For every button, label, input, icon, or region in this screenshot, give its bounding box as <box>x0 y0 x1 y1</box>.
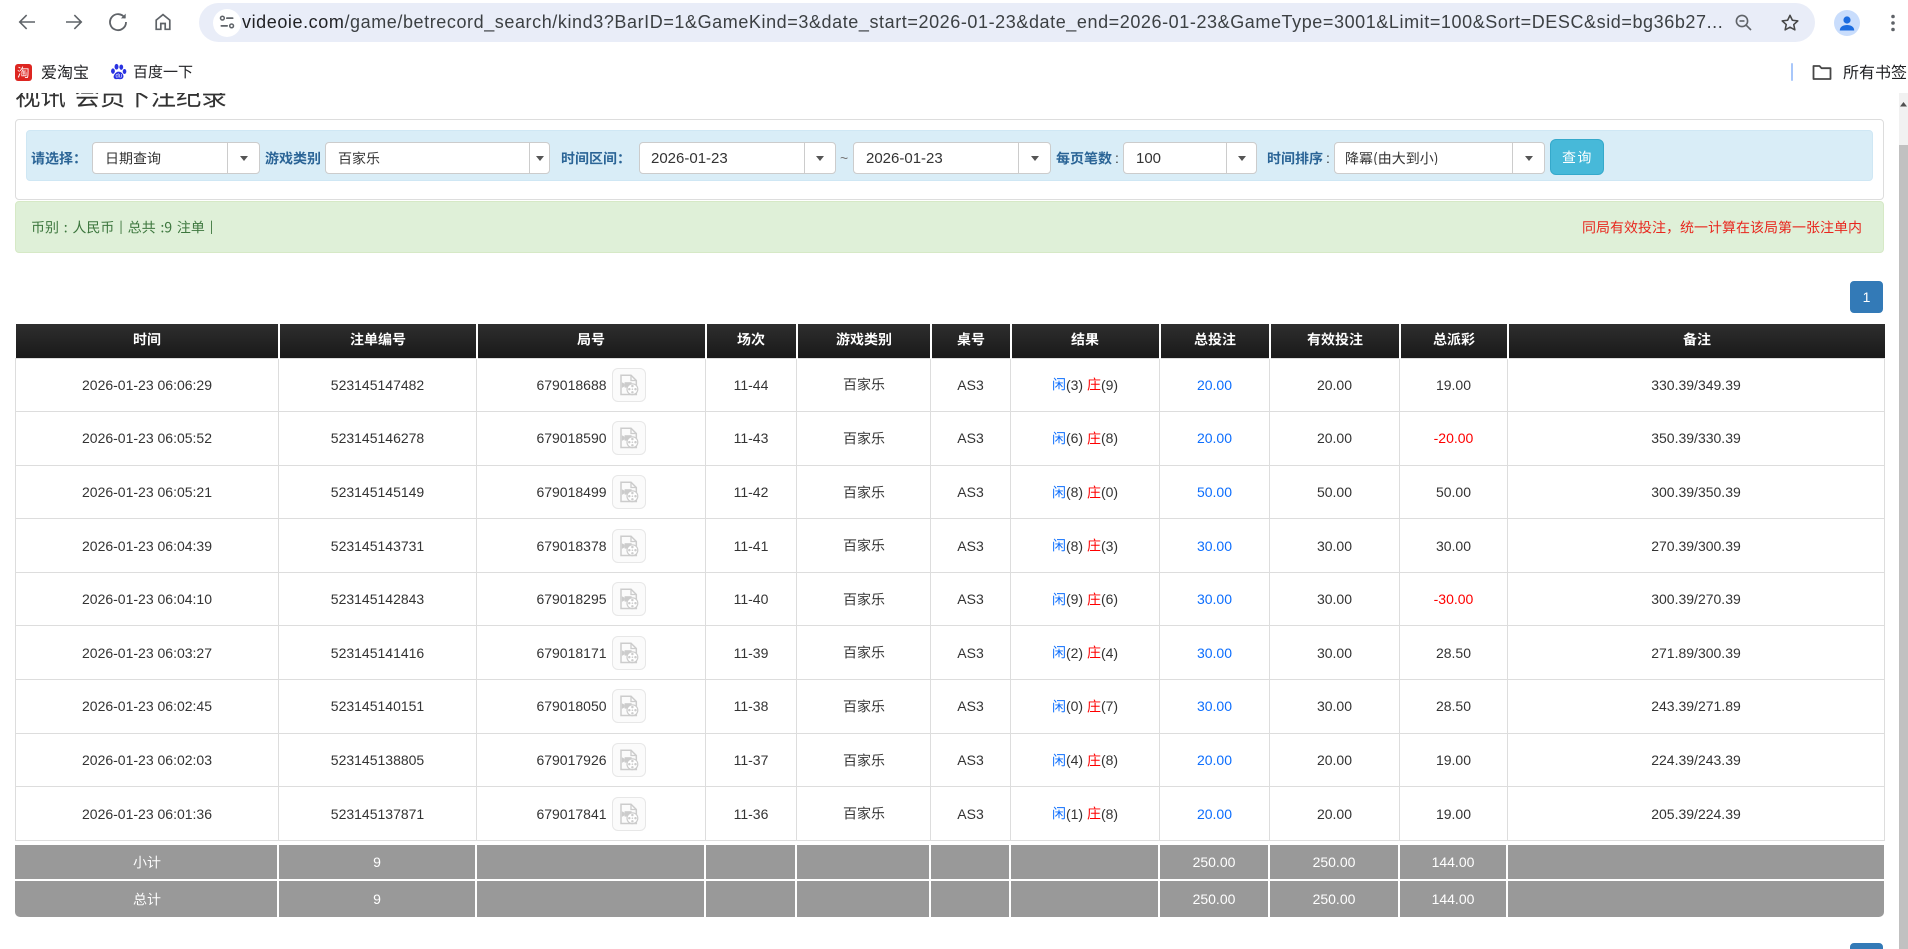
svg-text:du: du <box>115 74 122 80</box>
